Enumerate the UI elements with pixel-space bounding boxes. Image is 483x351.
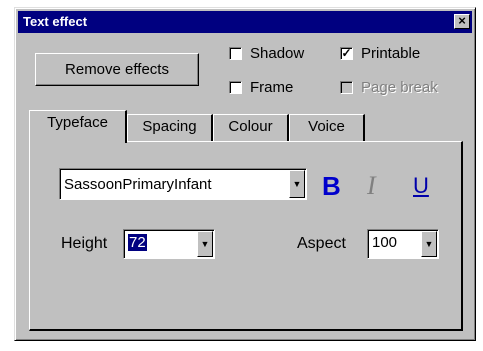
page-break-checkbox[interactable]: Page break [340,79,438,96]
aspect-label: Aspect [297,235,346,252]
aspect-select[interactable]: 100 ▼ [367,229,439,259]
height-select[interactable]: 72 ▼ [123,229,215,259]
height-dropdown-button[interactable]: ▼ [197,231,213,257]
font-dropdown-button[interactable]: ▼ [289,170,305,198]
page-break-checkbox-box[interactable] [340,81,353,94]
text-effect-dialog: Text effect × Remove effects Shadow ✓ Pr… [14,7,476,341]
tab-voice-label: Voice [308,118,345,135]
aspect-dropdown-button[interactable]: ▼ [421,231,437,257]
printable-label: Printable [361,45,421,62]
font-select[interactable]: SassoonPrimaryInfant ▼ [59,168,307,200]
window-title: Text effect [23,14,88,29]
shadow-label: Shadow [250,45,305,62]
remove-effects-button[interactable]: Remove effects [35,53,199,86]
height-label: Height [61,235,108,252]
underline-toggle[interactable]: U [413,174,429,198]
printable-checkbox[interactable]: ✓ Printable [340,45,420,62]
chevron-down-icon: ▼ [200,239,210,249]
frame-checkbox-box[interactable] [229,81,242,94]
tab-spacing[interactable]: Spacing [127,114,213,141]
printable-checkbox-box[interactable]: ✓ [340,47,353,60]
height-value: 72 [128,234,147,251]
tab-voice[interactable]: Voice [289,114,365,141]
italic-toggle[interactable]: I [367,173,376,199]
close-icon: × [458,13,466,28]
tab-typeface[interactable]: Typeface [29,110,127,143]
title-bar: Text effect × [18,11,472,33]
chevron-down-icon: ▼ [424,239,434,249]
bold-toggle[interactable]: B [322,173,341,199]
page-break-label: Page break [361,79,438,96]
chevron-down-icon: ▼ [292,179,302,189]
frame-checkbox[interactable]: Frame [229,79,293,96]
tab-colour[interactable]: Colour [213,114,289,141]
shadow-checkbox-box[interactable] [229,47,242,60]
shadow-checkbox[interactable]: Shadow [229,45,304,62]
tab-spacing-label: Spacing [142,118,197,135]
font-select-value: SassoonPrimaryInfant [64,176,212,193]
tab-typeface-label: Typeface [47,114,108,131]
frame-label: Frame [250,79,294,96]
close-button[interactable]: × [454,14,470,29]
aspect-value: 100 [372,234,398,251]
tab-colour-label: Colour [228,118,273,135]
